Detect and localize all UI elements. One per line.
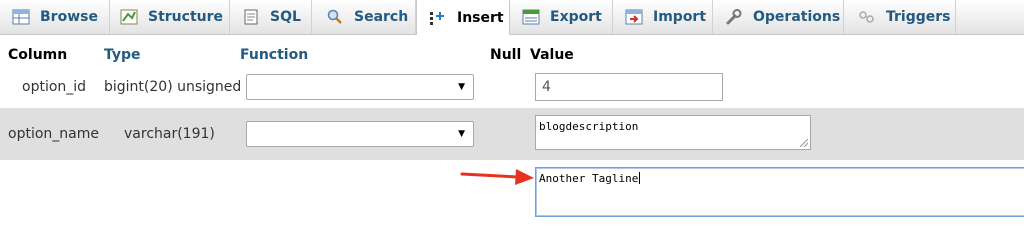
column-name: option_name — [8, 126, 99, 142]
table-row: option_id bigint(20) unsigned ▼ 4 — [0, 66, 1024, 108]
insert-table-header: Column Type Function Null Value — [0, 44, 1024, 66]
column-name: option_id — [22, 79, 87, 95]
dropdown-arrow-icon: ▼ — [458, 82, 465, 92]
tab-operations[interactable]: Operations — [713, 0, 844, 34]
resize-grip-icon[interactable] — [800, 139, 808, 147]
tab-label: Search — [354, 9, 409, 25]
browse-icon — [12, 9, 30, 25]
header-function[interactable]: Function — [240, 47, 308, 63]
header-column: Column — [8, 47, 68, 63]
dropdown-arrow-icon: ▼ — [458, 129, 465, 139]
sql-icon — [242, 9, 260, 25]
triggers-icon — [858, 9, 876, 25]
export-icon — [522, 9, 540, 25]
tab-label: Import — [653, 9, 707, 25]
tab-label: SQL — [270, 9, 301, 25]
value-input-text: 4 — [542, 79, 551, 95]
tab-browse[interactable]: Browse — [0, 0, 110, 34]
table-tab-bar: Browse Structure SQL Search Insert Expor… — [0, 0, 1024, 35]
function-select[interactable]: ▼ — [246, 74, 474, 100]
value-textarea[interactable]: blogdescription — [535, 115, 811, 150]
annotation-arrow-icon — [460, 169, 534, 185]
tab-label: Operations — [753, 9, 841, 25]
tab-label: Structure — [148, 9, 224, 25]
header-type[interactable]: Type — [104, 47, 141, 63]
tab-import[interactable]: Import — [613, 0, 713, 34]
header-null: Null — [490, 47, 522, 63]
text-caret — [639, 172, 641, 184]
structure-icon — [120, 9, 138, 25]
column-type: varchar(191) — [124, 126, 215, 142]
tab-label: Browse — [40, 9, 98, 25]
tab-insert[interactable]: Insert — [416, 0, 510, 35]
value-textarea-text: Another Tagline — [539, 172, 639, 185]
column-type: bigint(20) unsigned — [104, 79, 242, 95]
import-icon — [625, 9, 643, 25]
tab-label: Export — [550, 9, 602, 25]
tab-export[interactable]: Export — [510, 0, 613, 34]
header-value: Value — [530, 47, 574, 63]
tab-label: Insert — [457, 9, 504, 26]
function-select[interactable]: ▼ — [246, 121, 474, 147]
wrench-icon — [725, 9, 743, 25]
value-input[interactable]: 4 — [535, 73, 723, 101]
tab-label: Triggers — [886, 9, 951, 25]
value-textarea-text: blogdescription — [539, 120, 639, 133]
table-row: option_name varchar(191) ▼ blogdescripti… — [0, 108, 1024, 160]
tab-structure[interactable]: Structure — [110, 0, 230, 34]
tab-triggers[interactable]: Triggers — [844, 0, 956, 34]
tab-sql[interactable]: SQL — [230, 0, 312, 34]
value-textarea-focused[interactable]: Another Tagline — [535, 167, 1024, 217]
tab-search[interactable]: Search — [312, 0, 416, 34]
search-icon — [326, 9, 344, 25]
insert-icon — [429, 10, 447, 26]
